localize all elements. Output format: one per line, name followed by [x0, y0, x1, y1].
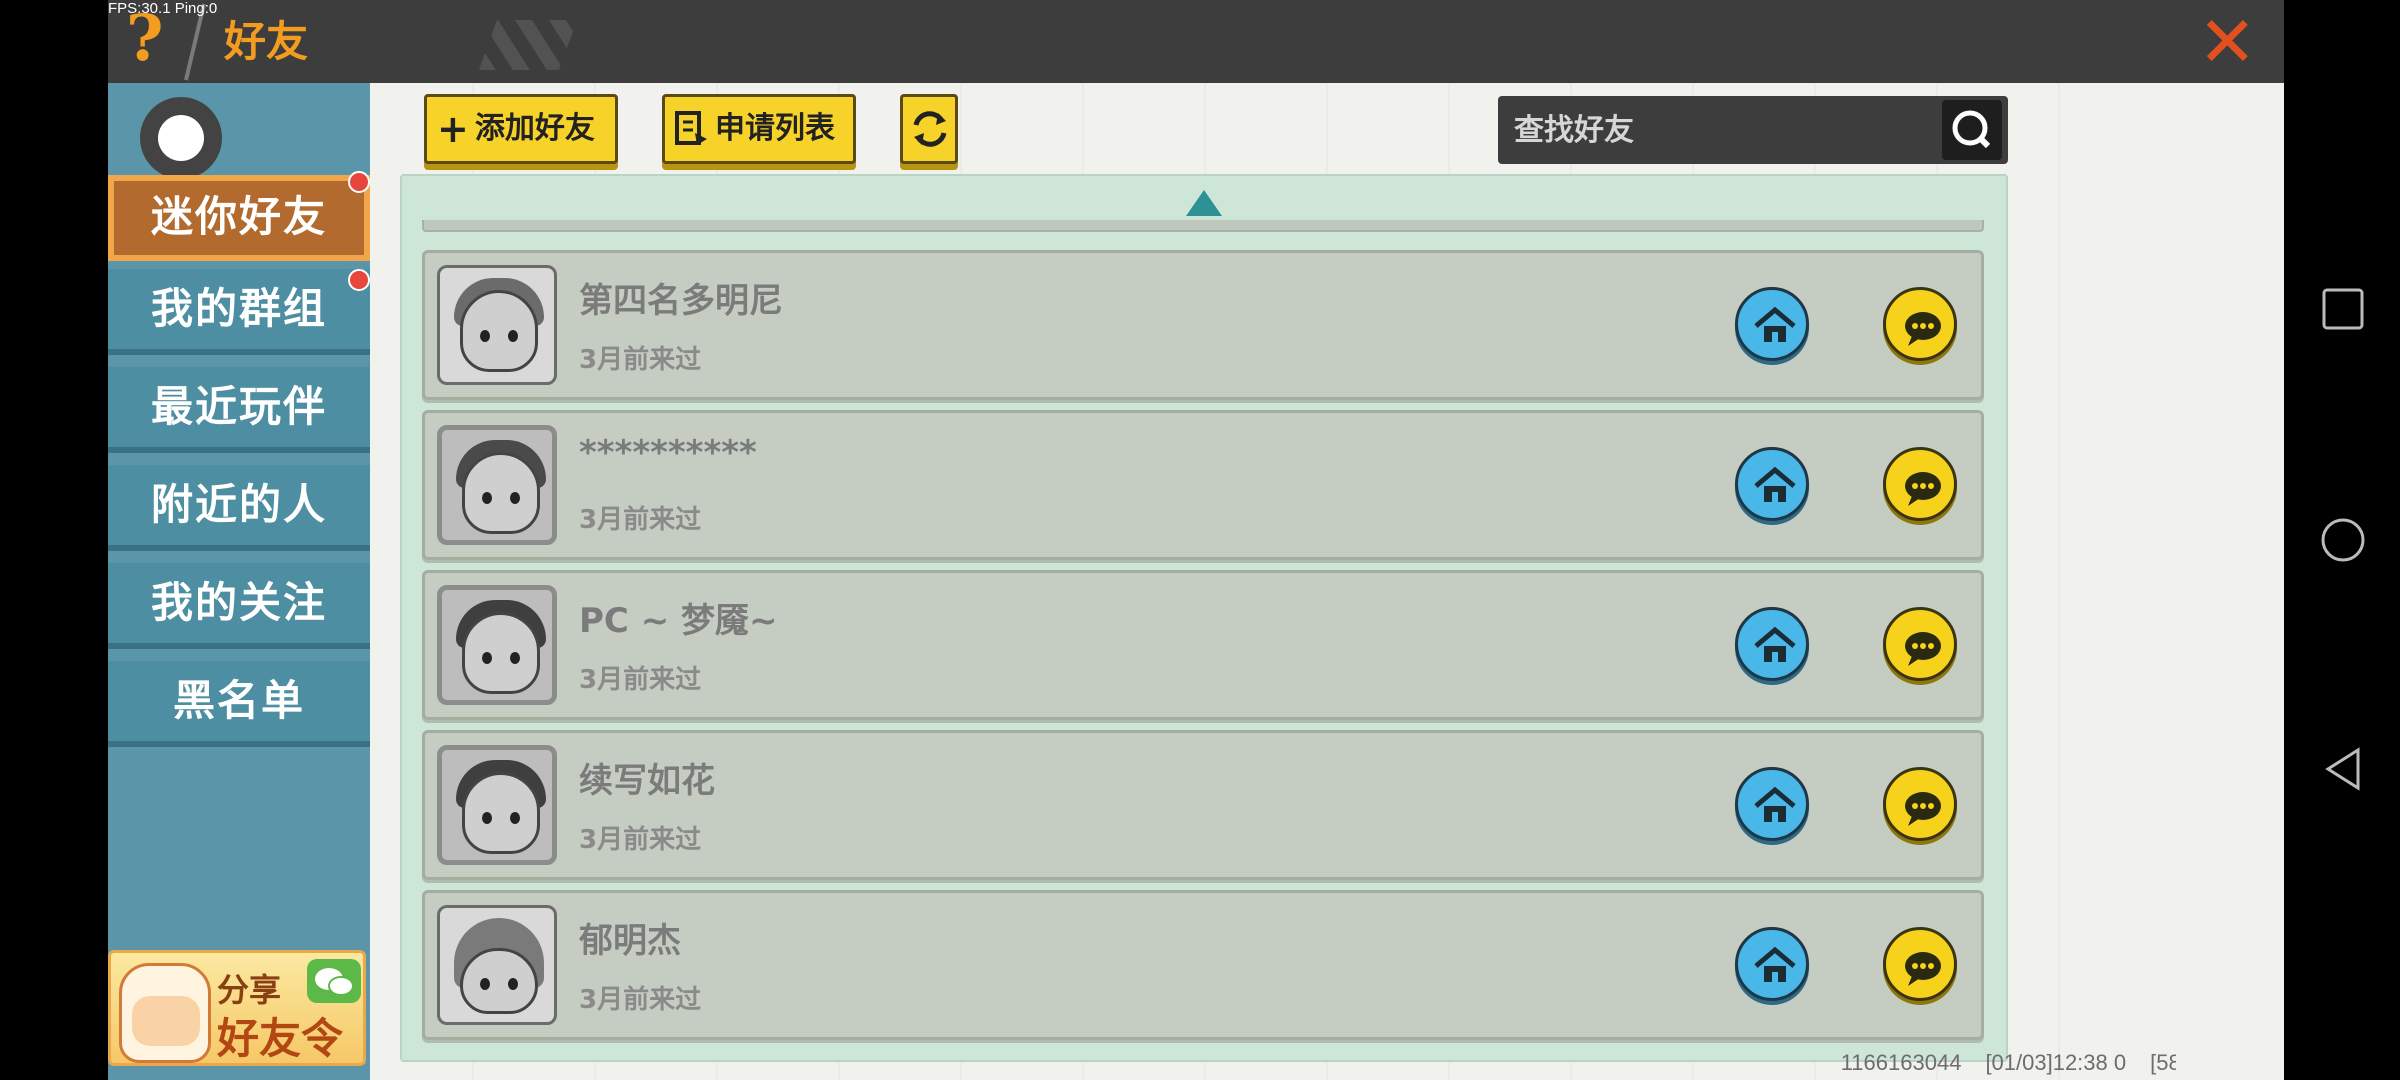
system-nav-bar	[2284, 0, 2400, 1080]
friend-last-seen: 3月前来过	[579, 345, 702, 375]
chat-button[interactable]	[1883, 767, 1957, 841]
sidebar-item-label: 迷你好友	[150, 192, 327, 241]
friend-row[interactable]: ********** 3月前来过	[422, 410, 1984, 560]
friend-row[interactable]: 第四名多明尼 3月前来过	[422, 250, 1984, 400]
close-button[interactable]: ✕	[2176, 0, 2284, 83]
friend-row[interactable]: 郁明杰 3月前来过	[422, 890, 1984, 1040]
friend-name: 郁明杰	[579, 921, 681, 961]
chat-icon	[1905, 952, 1941, 986]
refresh-button[interactable]	[900, 94, 958, 164]
sidebar-item-my-groups[interactable]: 我的群组	[108, 269, 370, 355]
home-icon	[1754, 946, 1796, 982]
friend-name: PC ~ 梦魇~	[579, 601, 778, 641]
back-nav-icon[interactable]	[2320, 746, 2366, 792]
visit-home-button[interactable]	[1735, 287, 1809, 361]
search-icon	[1952, 110, 1991, 149]
notification-badge	[348, 171, 370, 193]
request-list-button[interactable]: 申请列表	[662, 94, 856, 164]
friend-name: 第四名多明尼	[579, 281, 783, 321]
chat-button[interactable]	[1883, 287, 1957, 361]
sidebar-item-label: 最近玩伴	[150, 382, 327, 431]
home-nav-icon[interactable]	[2320, 517, 2366, 563]
friend-code-label: 好友令	[217, 1014, 344, 1063]
chat-icon	[1905, 792, 1941, 826]
visit-home-button[interactable]	[1735, 447, 1809, 521]
refresh-icon	[913, 111, 947, 147]
mascot-icon	[119, 963, 211, 1063]
toggle-dot	[158, 115, 204, 161]
sidebar: 迷你好友 我的群组 最近玩伴 附近的人 我的关注 黑名单 分享 好友令	[108, 83, 370, 1080]
friend-avatar[interactable]	[437, 585, 557, 705]
timestamp: [01/03]12:38 0	[1985, 1050, 2127, 1075]
sidebar-item-following[interactable]: 我的关注	[108, 563, 370, 649]
friend-name: 续写如花	[579, 761, 715, 801]
friend-avatar[interactable]	[437, 905, 557, 1025]
plus-icon: +	[437, 107, 469, 151]
user-id: 1166163044	[1840, 1050, 1962, 1075]
page-title: 好友	[224, 17, 309, 66]
friend-last-seen: 3月前来过	[579, 825, 702, 855]
visit-home-button[interactable]	[1735, 767, 1809, 841]
notification-badge	[348, 269, 370, 291]
right-margin	[2176, 83, 2284, 1080]
request-list-label: 申请列表	[715, 111, 835, 146]
visit-home-button[interactable]	[1735, 927, 1809, 1001]
add-friend-label: 添加好友	[474, 111, 595, 146]
sidebar-item-label: 我的群组	[150, 284, 327, 333]
friend-name: **********	[579, 433, 757, 473]
list-item-partial	[422, 220, 1984, 232]
sidebar-item-recent-players[interactable]: 最近玩伴	[108, 367, 370, 453]
friend-row[interactable]: 续写如花 3月前来过	[422, 730, 1984, 880]
top-bar: ? 好友	[108, 0, 2284, 83]
search-input[interactable]	[1498, 96, 1936, 164]
chat-button[interactable]	[1883, 607, 1957, 681]
home-icon	[1754, 626, 1796, 662]
sidebar-item-nearby[interactable]: 附近的人	[108, 465, 370, 551]
friend-row[interactable]: PC ~ 梦魇~ 3月前来过	[422, 570, 1984, 720]
fps-overlay: FPS:30.1 Ping:0	[108, 0, 218, 17]
scroll-up-arrow-icon[interactable]	[1186, 190, 1222, 216]
wechat-icon	[307, 959, 361, 1003]
chat-icon	[1905, 472, 1941, 506]
chat-button[interactable]	[1883, 927, 1957, 1001]
chat-icon	[1905, 632, 1941, 666]
list-icon	[675, 97, 709, 168]
chat-icon	[1905, 312, 1941, 346]
home-icon	[1754, 466, 1796, 502]
search-bar	[1498, 96, 2008, 164]
add-friend-button[interactable]: + 添加好友	[424, 94, 618, 164]
close-icon: ✕	[2198, 1, 2257, 83]
visit-home-button[interactable]	[1735, 607, 1809, 681]
friend-avatar[interactable]	[437, 425, 557, 545]
friends-screen: ? 好友 迷你好友 我的群组 最近玩伴 附近的人 我的关注 黑名单 分享 好友令	[108, 0, 2284, 1080]
friend-last-seen: 3月前来过	[579, 985, 702, 1015]
share-friend-code-button[interactable]: 分享 好友令	[108, 950, 366, 1066]
status-toggle[interactable]	[140, 97, 222, 179]
sidebar-item-label: 黑名单	[172, 676, 305, 725]
header-decoration	[478, 20, 578, 70]
friend-last-seen: 3月前来过	[579, 665, 702, 695]
home-icon	[1754, 306, 1796, 342]
chat-button[interactable]	[1883, 447, 1957, 521]
recent-apps-icon[interactable]	[2320, 286, 2366, 332]
friends-list-panel: 第四名多明尼 3月前来过 ********** 3月前来过 PC ~ 梦魇~ 3…	[400, 174, 2008, 1062]
sidebar-item-label: 附近的人	[150, 480, 327, 529]
sidebar-item-blacklist[interactable]: 黑名单	[108, 661, 370, 747]
sidebar-item-label: 我的关注	[150, 578, 327, 627]
friend-avatar[interactable]	[437, 265, 557, 385]
sidebar-item-mini-friends[interactable]: 迷你好友	[108, 175, 370, 261]
friend-last-seen: 3月前来过	[579, 505, 702, 535]
friend-avatar[interactable]	[437, 745, 557, 865]
search-button[interactable]	[1942, 100, 2002, 160]
home-icon	[1754, 786, 1796, 822]
